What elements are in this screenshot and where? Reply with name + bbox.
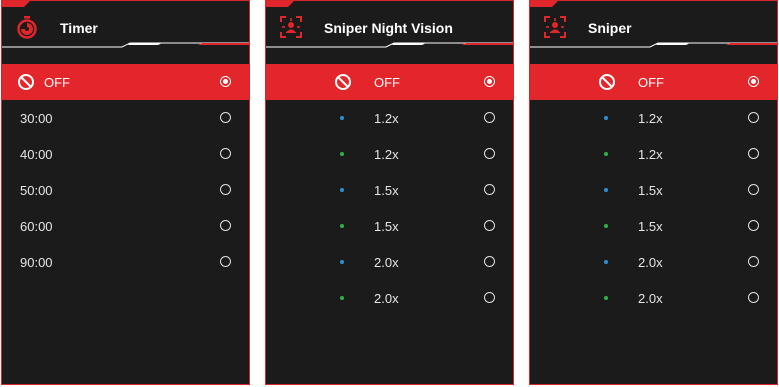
panel-header: Timer <box>2 1 249 51</box>
blue-dot-icon <box>340 188 344 192</box>
option-50[interactable]: 50:00 <box>2 172 249 208</box>
radio-selected[interactable] <box>748 76 759 87</box>
option-label: 1.5x <box>374 219 399 234</box>
radio[interactable] <box>484 292 495 303</box>
option-1.5x-green[interactable]: 1.5x <box>530 208 777 244</box>
green-dot-icon <box>340 224 344 228</box>
timer-panel: Timer OFF 30:00 40:00 50:00 60:00 90:00 <box>1 0 250 385</box>
sniper-panel: Sniper OFF 1.2x 1.2x 1.5x 1.5x 2.0x 2.0x <box>529 0 778 385</box>
radio[interactable] <box>748 112 759 123</box>
radio[interactable] <box>748 148 759 159</box>
option-1.2x-blue[interactable]: 1.2x <box>266 100 513 136</box>
option-label: 1.5x <box>638 183 663 198</box>
option-label: 1.5x <box>638 219 663 234</box>
option-label: 50:00 <box>20 183 53 198</box>
option-list: OFF 1.2x 1.2x 1.5x 1.5x 2.0x 2.0x <box>266 64 513 316</box>
radio[interactable] <box>220 148 231 159</box>
option-label: 1.2x <box>374 111 399 126</box>
sniper-night-vision-panel: Sniper Night Vision OFF 1.2x 1.2x 1.5x 1 <box>265 0 514 385</box>
option-label: 1.2x <box>638 147 663 162</box>
option-off[interactable]: OFF <box>266 64 513 100</box>
radio[interactable] <box>220 184 231 195</box>
green-dot-icon <box>604 296 608 300</box>
option-list: OFF 1.2x 1.2x 1.5x 1.5x 2.0x 2.0x <box>530 64 777 316</box>
radio[interactable] <box>484 112 495 123</box>
option-2.0x-blue[interactable]: 2.0x <box>266 244 513 280</box>
prohibited-icon <box>17 73 35 91</box>
prohibited-icon <box>598 73 616 91</box>
option-label: 1.2x <box>374 147 399 162</box>
option-label: 40:00 <box>20 147 53 162</box>
blue-dot-icon <box>604 260 608 264</box>
option-label: 60:00 <box>20 219 53 234</box>
option-2.0x-blue[interactable]: 2.0x <box>530 244 777 280</box>
radio[interactable] <box>748 220 759 231</box>
option-1.2x-green[interactable]: 1.2x <box>530 136 777 172</box>
radio-selected[interactable] <box>484 76 495 87</box>
panel-header: Sniper <box>530 1 777 51</box>
blue-dot-icon <box>604 188 608 192</box>
option-label: 2.0x <box>638 291 663 306</box>
panel-title: Sniper <box>588 20 632 36</box>
radio[interactable] <box>220 220 231 231</box>
option-list: OFF 30:00 40:00 50:00 60:00 90:00 <box>2 64 249 280</box>
option-2.0x-green[interactable]: 2.0x <box>530 280 777 316</box>
option-label: OFF <box>638 75 664 90</box>
green-dot-icon <box>340 296 344 300</box>
panel-header: Sniper Night Vision <box>266 1 513 51</box>
radio[interactable] <box>484 184 495 195</box>
option-label: 1.2x <box>638 111 663 126</box>
green-dot-icon <box>604 152 608 156</box>
option-60[interactable]: 60:00 <box>2 208 249 244</box>
option-label: OFF <box>374 75 400 90</box>
option-label: 2.0x <box>374 255 399 270</box>
blue-dot-icon <box>604 116 608 120</box>
sniper-crosshair-icon <box>279 15 303 39</box>
panel-title: Sniper Night Vision <box>324 20 453 36</box>
option-1.5x-blue[interactable]: 1.5x <box>530 172 777 208</box>
radio[interactable] <box>220 256 231 267</box>
radio[interactable] <box>484 220 495 231</box>
green-dot-icon <box>604 224 608 228</box>
radio[interactable] <box>748 292 759 303</box>
option-90[interactable]: 90:00 <box>2 244 249 280</box>
blue-dot-icon <box>340 260 344 264</box>
option-label: 2.0x <box>638 255 663 270</box>
panel-title: Timer <box>60 20 98 36</box>
option-label: 2.0x <box>374 291 399 306</box>
radio[interactable] <box>748 256 759 267</box>
sniper-crosshair-icon <box>543 15 567 39</box>
radio[interactable] <box>748 184 759 195</box>
option-30[interactable]: 30:00 <box>2 100 249 136</box>
option-label: 90:00 <box>20 255 53 270</box>
radio[interactable] <box>220 112 231 123</box>
stopwatch-icon <box>15 15 39 39</box>
option-off[interactable]: OFF <box>530 64 777 100</box>
blue-dot-icon <box>340 116 344 120</box>
option-2.0x-green[interactable]: 2.0x <box>266 280 513 316</box>
option-off[interactable]: OFF <box>2 64 249 100</box>
radio[interactable] <box>484 256 495 267</box>
option-label: OFF <box>44 75 70 90</box>
option-1.5x-green[interactable]: 1.5x <box>266 208 513 244</box>
radio[interactable] <box>484 148 495 159</box>
option-1.2x-green[interactable]: 1.2x <box>266 136 513 172</box>
prohibited-icon <box>334 73 352 91</box>
option-label: 30:00 <box>20 111 53 126</box>
option-1.5x-blue[interactable]: 1.5x <box>266 172 513 208</box>
option-label: 1.5x <box>374 183 399 198</box>
radio-selected[interactable] <box>220 76 231 87</box>
green-dot-icon <box>340 152 344 156</box>
option-40[interactable]: 40:00 <box>2 136 249 172</box>
option-1.2x-blue[interactable]: 1.2x <box>530 100 777 136</box>
